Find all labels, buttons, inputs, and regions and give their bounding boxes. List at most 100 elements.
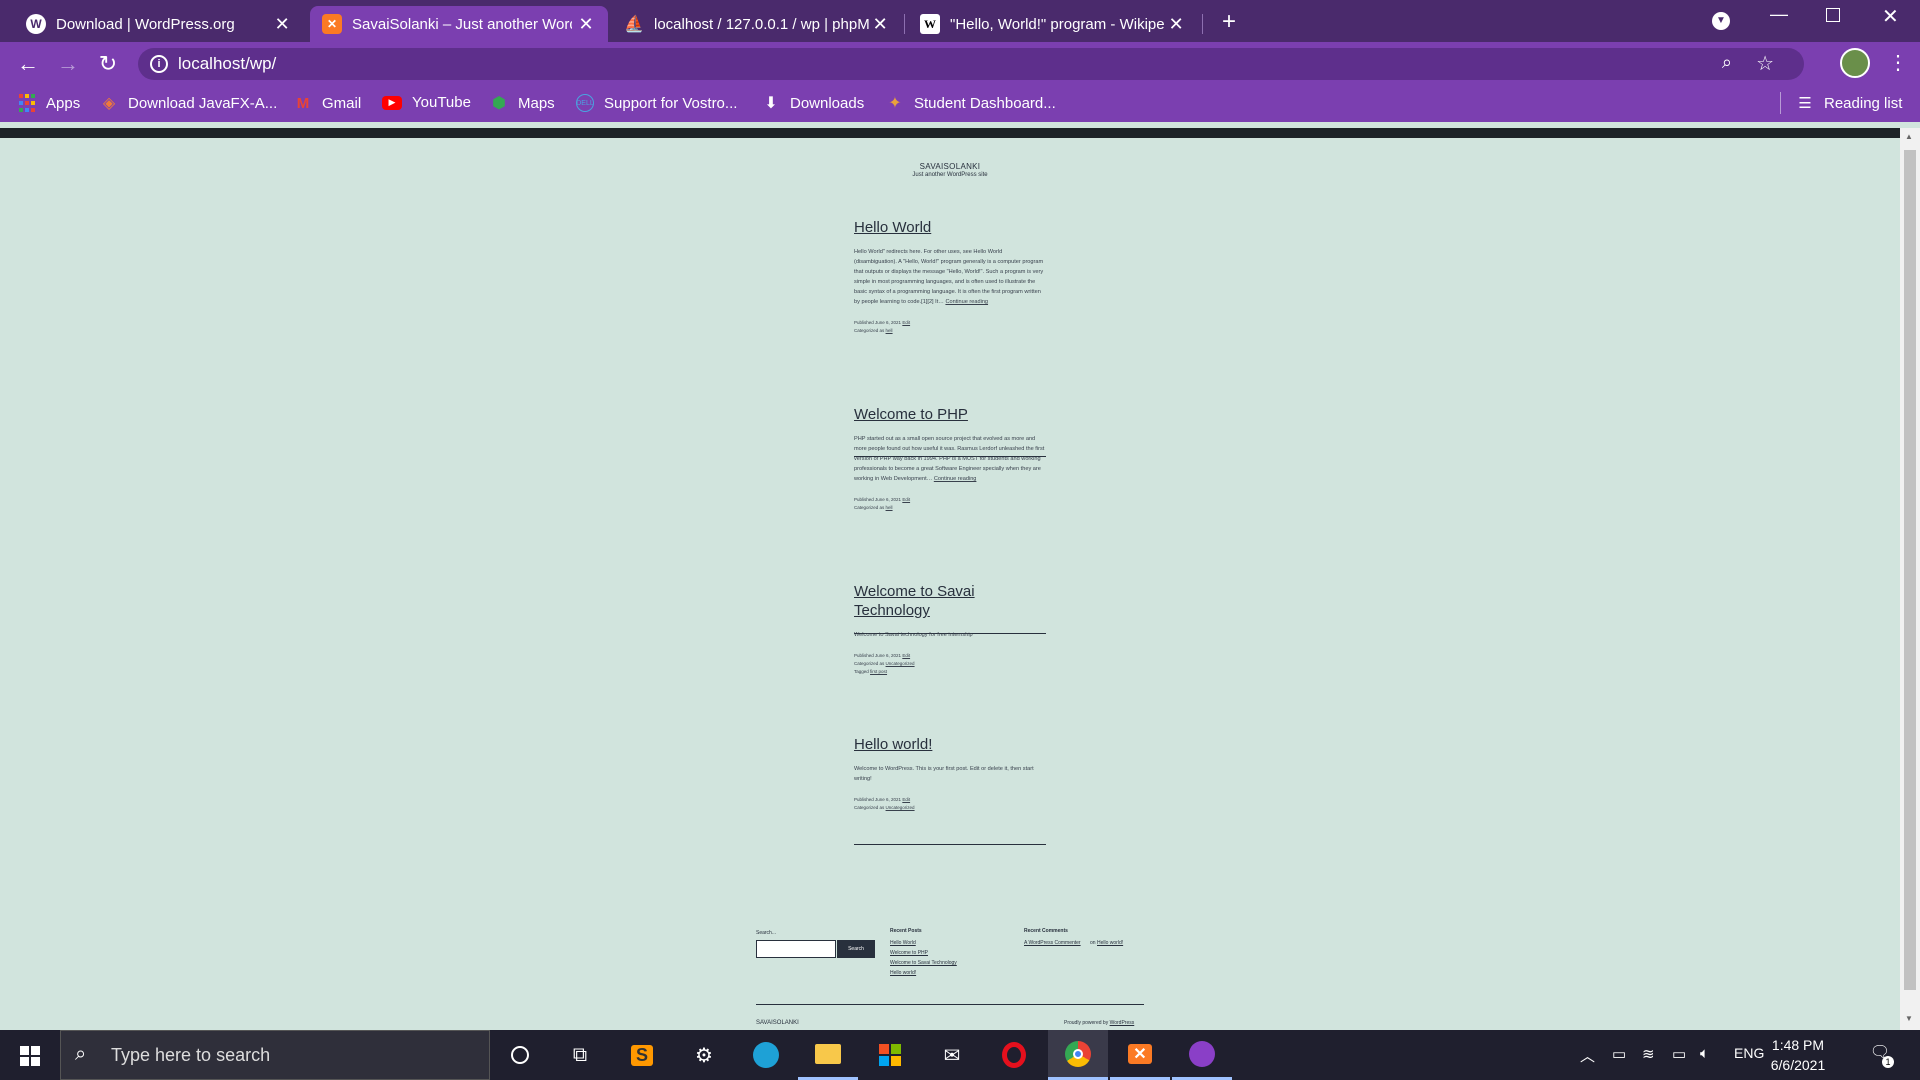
close-tab-icon[interactable]: ✕ <box>576 14 596 35</box>
xampp-icon[interactable]: ✕ <box>1110 1030 1170 1080</box>
edit-link[interactable]: Edit <box>902 797 910 802</box>
tab-wikipedia[interactable]: W "Hello, World!" program - Wikipe ✕ <box>908 6 1198 42</box>
close-tab-icon[interactable]: ✕ <box>272 14 292 35</box>
sublime-text-icon[interactable]: S <box>612 1030 672 1080</box>
comment-post-link[interactable]: Hello world! <box>1097 940 1123 946</box>
bookmark-label: Download JavaFX-A... <box>128 94 278 112</box>
scroll-down-icon[interactable]: ▼ <box>1905 1014 1913 1023</box>
task-view-icon[interactable]: ⧉ <box>550 1030 610 1080</box>
minimize-icon[interactable]: — <box>1770 4 1788 25</box>
search-input[interactable] <box>756 940 836 958</box>
categorized-label: Categorized as <box>854 328 885 333</box>
post-title[interactable]: Hello world! <box>854 735 1046 754</box>
recent-post-link[interactable]: Hello World <box>890 940 916 946</box>
notification-center-icon[interactable]: 🗨︎ 1 <box>1866 1042 1894 1068</box>
recent-post-link[interactable]: Welcome to Savai Technology <box>890 960 957 966</box>
tagged-label: Tagged <box>854 669 869 674</box>
bookmark-apps[interactable]: Apps <box>18 94 80 112</box>
show-hidden-icons-icon[interactable]: ︿ <box>1580 1045 1595 1066</box>
meet-now-icon[interactable]: ▭ <box>1612 1045 1626 1063</box>
bookmark-label: Maps <box>518 94 555 112</box>
bookmark-downloads[interactable]: ⬇ Downloads <box>762 94 864 113</box>
volume-icon[interactable]: 🔈︎ <box>1700 1045 1709 1062</box>
menu-kebab-icon[interactable]: ⋮ <box>1888 50 1908 75</box>
page-scrollbar[interactable]: ▲ ▼ <box>1900 128 1920 1030</box>
search-button[interactable]: Search <box>837 940 875 958</box>
continue-reading-link[interactable]: Continue reading <box>945 299 988 305</box>
post-title[interactable]: Welcome to PHP <box>854 405 1046 424</box>
cortana-icon[interactable] <box>490 1030 550 1080</box>
forward-icon[interactable]: → <box>54 50 82 78</box>
wordpress-link[interactable]: WordPress <box>1110 1020 1135 1026</box>
tab-search-icon[interactable]: ▼ <box>1712 12 1730 30</box>
edge-icon[interactable] <box>736 1030 796 1080</box>
reload-icon[interactable]: ↻ <box>94 50 122 78</box>
github-desktop-icon[interactable] <box>1172 1030 1232 1080</box>
mail-icon[interactable]: ✉ <box>922 1030 982 1080</box>
xampp-icon: ✕ <box>322 14 342 34</box>
site-title[interactable]: SAVAISOLANKI <box>880 162 1020 171</box>
tab-savaisolanki[interactable]: ✕ SavaiSolanki – Just another Word ✕ <box>310 6 608 42</box>
opera-icon[interactable] <box>984 1030 1044 1080</box>
bookmark-javafx[interactable]: ◈ Download JavaFX-A... <box>100 94 278 113</box>
scrollbar-thumb[interactable] <box>1904 150 1916 990</box>
categorized-label: Categorized as <box>854 505 885 510</box>
bookmark-gmail[interactable]: M Gmail <box>294 94 361 112</box>
post-title[interactable]: Hello World <box>854 218 1046 237</box>
clock[interactable]: 1:48 PM 6/6/2021 <box>1758 1035 1838 1075</box>
wifi-icon[interactable]: ≋ <box>1642 1045 1655 1063</box>
reading-list-button[interactable]: ☰ Reading list <box>1796 94 1902 113</box>
bookmark-star-icon[interactable]: ☆ <box>1756 51 1774 76</box>
zoom-icon[interactable]: ⌕ <box>1722 52 1732 73</box>
new-tab-button[interactable]: + <box>1222 8 1236 36</box>
tag-link[interactable]: first post <box>870 669 887 674</box>
post-separator <box>854 844 1046 845</box>
tab-phpmyadmin[interactable]: ⛵ localhost / 127.0.0.1 / wp | phpM ✕ <box>612 6 902 42</box>
close-tab-icon[interactable]: ✕ <box>870 14 890 35</box>
back-icon[interactable]: ← <box>14 50 42 78</box>
dashboard-icon: ✦ <box>888 95 902 112</box>
category-link[interactable]: hell <box>886 505 893 510</box>
edit-link[interactable]: Edit <box>902 497 910 502</box>
recent-post-link[interactable]: Welcome to PHP <box>890 950 928 956</box>
phpmyadmin-icon: ⛵ <box>624 16 644 33</box>
bookmark-youtube[interactable]: ▶ YouTube <box>382 94 471 111</box>
post-excerpt: Hello World" redirects here. For other u… <box>854 249 1044 305</box>
post-date: Published June 6, 2021 <box>854 653 902 658</box>
bookmark-student-dashboard[interactable]: ✦ Student Dashboard... <box>886 94 1055 113</box>
start-button[interactable] <box>0 1030 60 1080</box>
category-link[interactable]: hell <box>886 328 893 333</box>
web-page: SAVAISOLANKI Just another WordPress site… <box>0 138 1900 1030</box>
post-excerpt: Welcome to Savai technology for free int… <box>854 632 973 638</box>
category-link[interactable]: Uncategorized <box>886 805 915 810</box>
maps-icon: ⬢ <box>492 95 506 112</box>
scroll-up-icon[interactable]: ▲ <box>1905 132 1913 141</box>
category-link[interactable]: Uncategorized <box>886 661 915 666</box>
wp-admin-bar[interactable] <box>0 128 1920 138</box>
battery-icon[interactable]: ▭ <box>1672 1045 1686 1063</box>
settings-icon[interactable]: ⚙ <box>674 1030 734 1080</box>
restore-icon[interactable] <box>1826 8 1840 22</box>
bookmark-maps[interactable]: ⬢ Maps <box>490 94 555 113</box>
taskbar-search[interactable]: ⌕ Type here to search <box>60 1030 490 1080</box>
close-tab-icon[interactable]: ✕ <box>1166 14 1186 35</box>
edit-link[interactable]: Edit <box>902 653 910 658</box>
bookmark-label: YouTube <box>412 94 471 111</box>
store-icon[interactable] <box>860 1030 920 1080</box>
tab-wordpress-download[interactable]: W Download | WordPress.org ✕ <box>14 6 304 42</box>
file-explorer-icon[interactable] <box>798 1030 858 1080</box>
site-info-icon[interactable]: i <box>150 55 168 73</box>
edit-link[interactable]: Edit <box>902 320 910 325</box>
comment-author-link[interactable]: A WordPress Commenter <box>1024 940 1081 946</box>
address-bar[interactable]: i localhost/wp/ ⌕ ☆ <box>138 48 1804 80</box>
search-widget-label: Search... <box>756 930 777 936</box>
url-text[interactable]: localhost/wp/ <box>178 54 276 74</box>
bookmark-dell-support[interactable]: DELL Support for Vostro... <box>576 94 737 112</box>
chrome-icon[interactable] <box>1048 1030 1108 1080</box>
post-title[interactable]: Welcome to Savai Technology <box>854 582 1046 620</box>
close-window-icon[interactable]: ✕ <box>1882 4 1899 29</box>
continue-reading-link[interactable]: Continue reading <box>934 476 977 482</box>
footer-site-name[interactable]: SAVAISOLANKI <box>756 1020 799 1026</box>
profile-avatar[interactable] <box>1840 48 1870 78</box>
recent-post-link[interactable]: Hello world! <box>890 970 916 976</box>
